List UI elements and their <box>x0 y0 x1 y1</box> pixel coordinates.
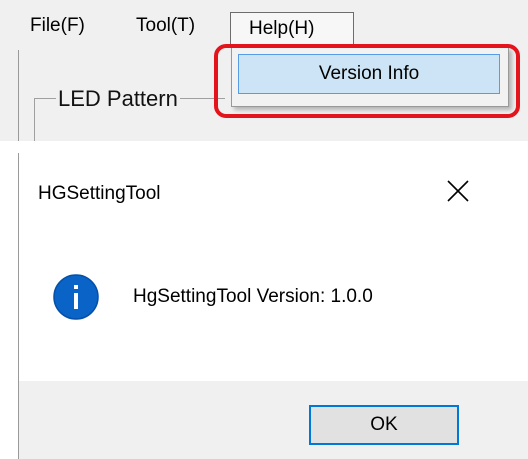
menu-help[interactable]: Help(H) <box>230 12 354 48</box>
dialog-button-area: OK <box>19 381 528 459</box>
message-text: HgSettingTool Version: 1.0.0 <box>133 286 373 307</box>
red-highlight-annotation <box>214 44 520 118</box>
ok-button[interactable]: OK <box>309 405 459 445</box>
menu-tool[interactable]: Tool(T) <box>130 10 201 42</box>
app-menu-screenshot: File(F) Tool(T) Help(H) LED Pattern Vers… <box>0 0 528 141</box>
menu-file[interactable]: File(F) <box>24 10 91 42</box>
version-message-box: HGSettingTool HgSettingTool Version: 1.0… <box>0 153 528 459</box>
dialog-title: HGSettingTool <box>38 183 161 204</box>
led-pattern-label: LED Pattern <box>56 86 180 112</box>
close-icon <box>447 180 469 202</box>
menu-bar: File(F) Tool(T) Help(H) <box>0 0 528 50</box>
close-button[interactable] <box>436 169 480 213</box>
info-icon <box>52 273 100 321</box>
